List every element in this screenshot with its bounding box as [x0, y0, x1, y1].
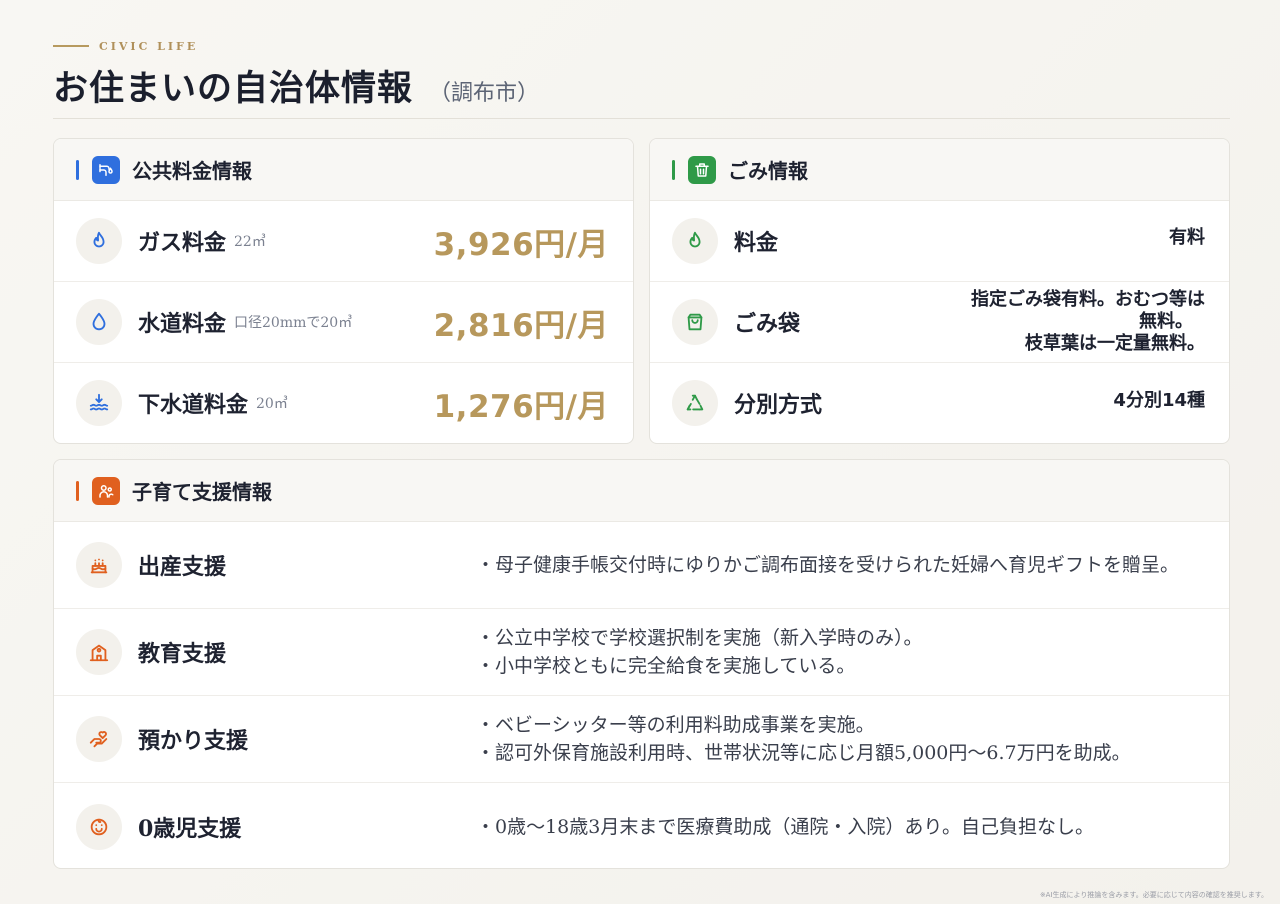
accent-bar: [76, 159, 79, 180]
utility-label: ガス料金: [138, 230, 227, 256]
childcare-row-infant: 0歳児支援 ・0歳〜18歳3月末まで医療費助成（通院・入院）あり。自己負担なし。: [54, 783, 1229, 868]
hand-holding-heart-icon: [76, 716, 122, 762]
garbage-value: 4分別14種: [1113, 390, 1205, 411]
utilities-card: 公共料金情報 ガス料金 22㎥ 3,926円/月 水道料金 口径20mmで20㎥…: [53, 138, 634, 444]
utility-row-sewer: 下水道料金 20㎥ 1,276円/月: [54, 363, 633, 443]
childcare-description: ・公立中学校で学校選択制を実施（新入学時のみ）。 ・小中学校ともに完全給食を実施…: [476, 624, 923, 680]
water-drop-icon: [76, 299, 122, 345]
eyebrow-line: [53, 45, 89, 47]
childcare-line: ・0歳〜18歳3月末まで医療費助成（通院・入院）あり。自己負担なし。: [476, 815, 1094, 838]
childcare-row-daycare: 預かり支援 ・ベビーシッター等の利用料助成事業を実施。 ・認可外保育施設利用時、…: [54, 696, 1229, 783]
utility-label: 下水道料金: [138, 392, 249, 418]
utilities-title: 公共料金情報: [132, 159, 252, 183]
childcare-description: ・ベビーシッター等の利用料助成事業を実施。 ・認可外保育施設利用時、世帯状況等に…: [476, 711, 1131, 767]
utilities-icon: [92, 155, 120, 184]
utility-price: 2,816円/月: [433, 307, 609, 344]
garbage-card-header: ごみ情報: [650, 139, 1229, 201]
childcare-line: ・母子健康手帳交付時にゆりかご調布面接を受けられた妊婦へ育児ギフトを贈呈。: [476, 554, 1180, 576]
childcare-description: ・0歳〜18歳3月末まで医療費助成（通院・入院）あり。自己負担なし。: [476, 813, 1094, 841]
title-row: お住まいの自治体情報 （調布市）: [53, 60, 1230, 109]
childcare-line: ・ベビーシッター等の利用料助成事業を実施。: [476, 714, 875, 736]
utility-note: 口径20mmで20㎥: [234, 315, 353, 331]
garbage-value-line: 枝草葉は一定量無料。: [1025, 333, 1205, 354]
birthday-cake-icon: [76, 542, 122, 588]
shopping-bag-icon: [672, 299, 718, 345]
garbage-label: ごみ袋: [734, 311, 801, 337]
childcare-description: ・母子健康手帳交付時にゆりかご調布面接を受けられた妊婦へ育児ギフトを贈呈。: [476, 551, 1179, 579]
garbage-row-sorting: 分別方式 4分別14種: [650, 363, 1229, 443]
garbage-label: 分別方式: [734, 392, 823, 418]
childcare-line: ・公立中学校で学校選択制を実施（新入学時のみ）。: [476, 627, 923, 649]
garbage-card: ごみ情報 料金 有料 ごみ袋 指定ごみ袋有料。おむつ等は 無料。 枝草葉は一定量…: [649, 138, 1230, 444]
accent-bar: [672, 159, 675, 180]
garbage-title: ごみ情報: [728, 159, 808, 183]
utilities-card-header: 公共料金情報: [54, 139, 633, 201]
eyebrow-text: CIVIC LIFE: [99, 39, 199, 53]
childcare-card-header: 子育て支援情報: [54, 460, 1229, 522]
childcare-label: 0歳児支援: [138, 815, 242, 842]
baby-face-icon: [76, 803, 122, 850]
childcare-row-education: 教育支援 ・公立中学校で学校選択制を実施（新入学時のみ）。 ・小中学校ともに完全…: [54, 609, 1229, 696]
recycle-icon: [672, 380, 718, 426]
eyebrow: CIVIC LIFE: [53, 38, 1230, 54]
garbage-value: 指定ごみ袋有料。おむつ等は 無料。 枝草葉は一定量無料。: [971, 289, 1205, 355]
childcare-label: 出産支援: [138, 554, 227, 580]
page-subtitle: （調布市）: [429, 81, 540, 106]
childcare-label: 預かり支援: [138, 728, 249, 754]
childcare-line: ・認可外保育施設利用時、世帯状況等に応じ月額5,000円〜6.7万円を助成。: [476, 742, 1131, 764]
childcare-row-birth: 出産支援 ・母子健康手帳交付時にゆりかご調布面接を受けられた妊婦へ育児ギフトを贈…: [54, 522, 1229, 609]
ai-disclaimer-footnote: ※AI生成により推論を含みます。必要に応じて内容の確認を推奨します。: [1039, 891, 1268, 899]
garbage-row-bags: ごみ袋 指定ごみ袋有料。おむつ等は 無料。 枝草葉は一定量無料。: [650, 282, 1229, 363]
school-icon: [76, 629, 122, 675]
garbage-value-line: 無料。: [1139, 311, 1193, 332]
utility-note: 20㎥: [256, 396, 288, 412]
utility-price: 1,276円/月: [433, 388, 609, 425]
garbage-row-fee: 料金 有料: [650, 201, 1229, 282]
flame-icon: [672, 218, 718, 264]
accent-bar: [76, 480, 79, 501]
sewer-waves-icon: [76, 380, 122, 426]
page-header: CIVIC LIFE お住まいの自治体情報 （調布市）: [53, 38, 1230, 119]
flame-icon: [76, 218, 122, 264]
childcare-title: 子育て支援情報: [132, 480, 272, 504]
childcare-line: ・小中学校ともに完全給食を実施している。: [476, 655, 856, 677]
page-title: お住まいの自治体情報: [53, 68, 414, 109]
header-divider: [53, 118, 1230, 119]
garbage-label: 料金: [734, 230, 779, 256]
utility-price: 3,926円/月: [433, 226, 609, 263]
utility-note: 22㎥: [234, 234, 266, 250]
childcare-label: 教育支援: [138, 641, 227, 667]
family-icon: [92, 476, 120, 505]
utility-row-gas: ガス料金 22㎥ 3,926円/月: [54, 201, 633, 282]
garbage-value-line: 指定ごみ袋有料。おむつ等は: [971, 289, 1205, 310]
childcare-card: 子育て支援情報 出産支援 ・母子健康手帳交付時にゆりかご調布面接を受けられた妊婦…: [53, 459, 1230, 869]
utility-label: 水道料金: [138, 311, 227, 337]
garbage-value: 有料: [1169, 227, 1205, 248]
trash-can-icon: [688, 155, 716, 184]
utility-row-water: 水道料金 口径20mmで20㎥ 2,816円/月: [54, 282, 633, 363]
